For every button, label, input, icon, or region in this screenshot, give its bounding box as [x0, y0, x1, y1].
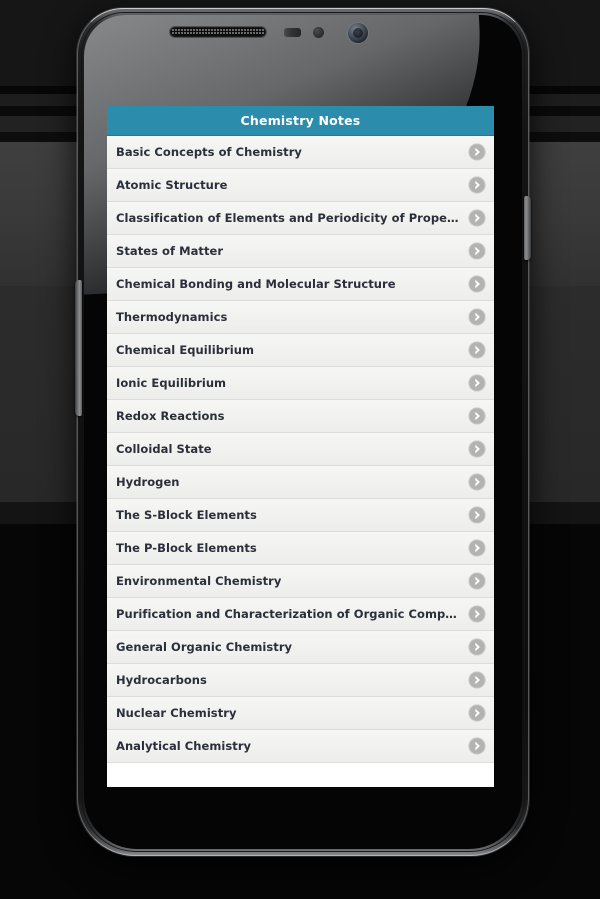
list-item-label: Analytical Chemistry	[116, 739, 252, 753]
list-item-label: Nuclear Chemistry	[116, 706, 237, 720]
chevron-right-circle-icon[interactable]	[468, 605, 486, 623]
list-item[interactable]: Classification of Elements and Periodici…	[107, 202, 494, 235]
backdrop: Chemistry Notes Basic Concepts of Chemis…	[0, 0, 600, 899]
list-item[interactable]: General Organic Chemistry	[107, 631, 494, 664]
list-footer-blank	[107, 763, 494, 787]
chevron-right-circle-icon[interactable]	[468, 671, 486, 689]
list-item-label: The S-Block Elements	[116, 508, 257, 522]
chevron-right-circle-icon[interactable]	[468, 737, 486, 755]
list-item[interactable]: Environmental Chemistry	[107, 565, 494, 598]
earpiece-mesh	[172, 29, 264, 35]
list-item[interactable]: Analytical Chemistry	[107, 730, 494, 763]
notes-list: Basic Concepts of Chemistry Atomic Struct…	[107, 136, 494, 763]
list-item-label: Classification of Elements and Periodici…	[116, 211, 460, 225]
list-item[interactable]: States of Matter	[107, 235, 494, 268]
front-camera-icon	[348, 23, 368, 43]
list-item-label: Redox Reactions	[116, 409, 225, 423]
list-item[interactable]: Purification and Characterization of Org…	[107, 598, 494, 631]
light-sensor-icon	[313, 27, 324, 38]
list-item-label: The P-Block Elements	[116, 541, 257, 555]
list-item[interactable]: The P-Block Elements	[107, 532, 494, 565]
volume-button[interactable]	[75, 280, 82, 416]
list-item-label: Colloidal State	[116, 442, 212, 456]
chevron-right-circle-icon[interactable]	[468, 473, 486, 491]
list-item-label: Hydrogen	[116, 475, 180, 489]
list-item-label: Purification and Characterization of Org…	[116, 607, 460, 621]
chevron-right-circle-icon[interactable]	[468, 176, 486, 194]
list-item-label: Environmental Chemistry	[116, 574, 282, 588]
proximity-sensor-icon	[284, 28, 301, 37]
list-item-label: Atomic Structure	[116, 178, 228, 192]
chevron-right-circle-icon[interactable]	[468, 407, 486, 425]
list-item[interactable]: Atomic Structure	[107, 169, 494, 202]
list-item-label: General Organic Chemistry	[116, 640, 293, 654]
list-item-label: Chemical Equilibrium	[116, 343, 254, 357]
list-item-label: Basic Concepts of Chemistry	[116, 145, 302, 159]
power-button[interactable]	[524, 196, 531, 260]
phone-screen: Chemistry Notes Basic Concepts of Chemis…	[107, 106, 494, 787]
list-item[interactable]: Ionic Equilibrium	[107, 367, 494, 400]
list-item[interactable]: Redox Reactions	[107, 400, 494, 433]
list-item-label: States of Matter	[116, 244, 224, 258]
app-title: Chemistry Notes	[240, 113, 361, 128]
list-item[interactable]: Hydrocarbons	[107, 664, 494, 697]
chevron-right-circle-icon[interactable]	[468, 572, 486, 590]
chevron-right-circle-icon[interactable]	[468, 539, 486, 557]
earpiece-speaker-icon	[169, 26, 267, 38]
chevron-right-circle-icon[interactable]	[468, 209, 486, 227]
chevron-right-circle-icon[interactable]	[468, 341, 486, 359]
list-item[interactable]: The S-Block Elements	[107, 499, 494, 532]
list-item[interactable]: Chemical Bonding and Molecular Structure	[107, 268, 494, 301]
list-item[interactable]: Nuclear Chemistry	[107, 697, 494, 730]
chevron-right-circle-icon[interactable]	[468, 506, 486, 524]
list-item-label: Ionic Equilibrium	[116, 376, 227, 390]
list-item[interactable]: Thermodynamics	[107, 301, 494, 334]
list-item-label: Thermodynamics	[116, 310, 228, 324]
chevron-right-circle-icon[interactable]	[468, 638, 486, 656]
list-item-label: Chemical Bonding and Molecular Structure	[116, 277, 396, 291]
list-item[interactable]: Colloidal State	[107, 433, 494, 466]
list-item[interactable]: Chemical Equilibrium	[107, 334, 494, 367]
list-item[interactable]: Basic Concepts of Chemistry	[107, 136, 494, 169]
app-header: Chemistry Notes	[107, 106, 494, 136]
list-item-label: Hydrocarbons	[116, 673, 207, 687]
chevron-right-circle-icon[interactable]	[468, 374, 486, 392]
chevron-right-circle-icon[interactable]	[468, 440, 486, 458]
chevron-right-circle-icon[interactable]	[468, 275, 486, 293]
list-item[interactable]: Hydrogen	[107, 466, 494, 499]
chevron-right-circle-icon[interactable]	[468, 308, 486, 326]
chevron-right-circle-icon[interactable]	[468, 704, 486, 722]
chevron-right-circle-icon[interactable]	[468, 143, 486, 161]
chevron-right-circle-icon[interactable]	[468, 242, 486, 260]
